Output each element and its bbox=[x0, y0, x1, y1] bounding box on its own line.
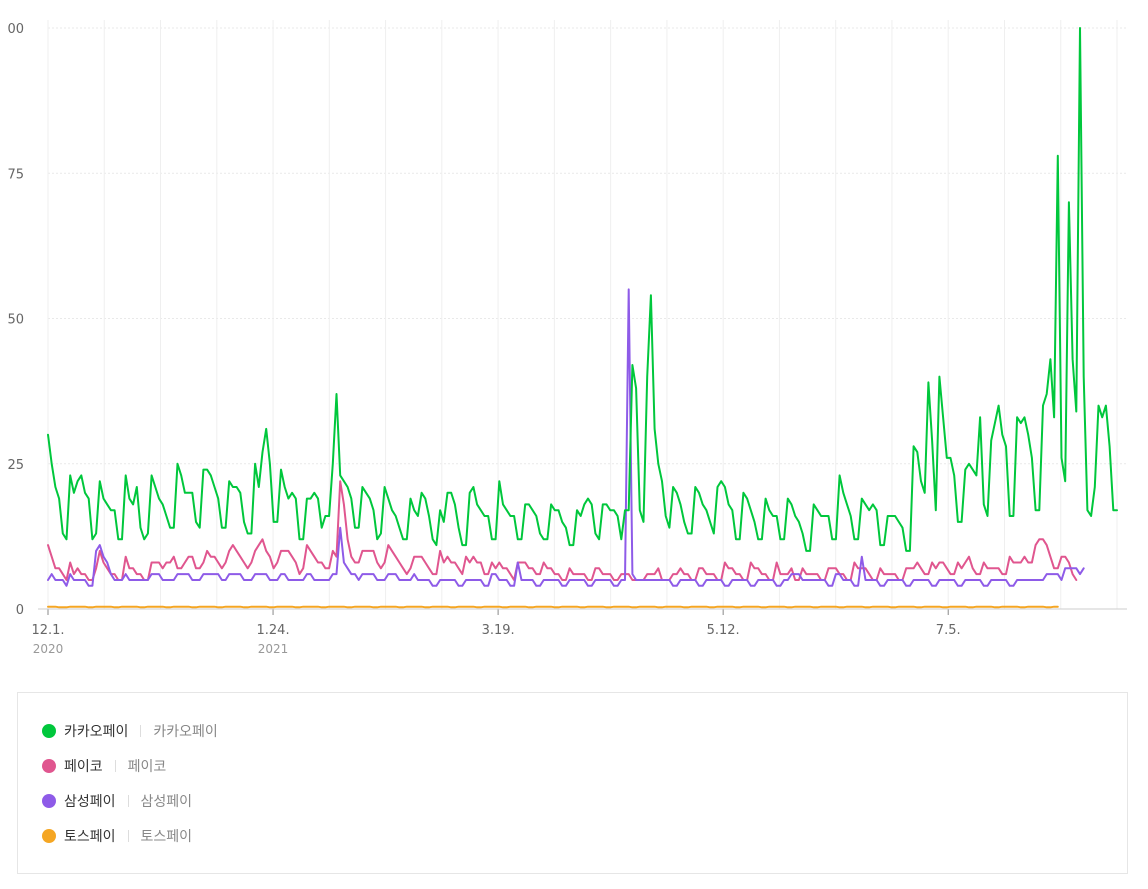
legend-item-payco[interactable]: 페이코 페이코 bbox=[42, 755, 166, 777]
legend-series-name: 페이코 bbox=[64, 759, 103, 775]
x-tick-year: 2021 bbox=[258, 642, 289, 656]
series-line-2 bbox=[47, 288, 1085, 587]
legend-keyword: 페이코 bbox=[127, 759, 167, 775]
y-tick-label: 00 bbox=[7, 22, 24, 37]
legend: 카카오페이 카카오페이 페이코 페이코 삼성페이 삼성페이 토스페이 토스페이 bbox=[17, 692, 1128, 874]
legend-separator bbox=[114, 760, 116, 772]
x-tick-label: 7.5. bbox=[936, 623, 961, 638]
legend-keyword: 삼성페이 bbox=[140, 794, 193, 810]
y-tick-label: 0 bbox=[16, 603, 24, 618]
x-tick-year: 2020 bbox=[33, 642, 64, 656]
series-line-0 bbox=[47, 27, 1118, 552]
legend-separator bbox=[127, 795, 129, 807]
y-tick-label: 75 bbox=[7, 167, 24, 182]
legend-dot bbox=[42, 829, 56, 843]
x-tick-label: 5.12. bbox=[707, 623, 740, 638]
legend-separator bbox=[127, 830, 129, 842]
series-lines bbox=[47, 27, 1118, 609]
y-tick-label: 25 bbox=[7, 458, 24, 473]
legend-separator bbox=[140, 725, 142, 737]
legend-series-name: 삼성페이 bbox=[64, 794, 116, 810]
x-tick-label: 12.1. bbox=[31, 623, 64, 638]
legend-item-samsungpay[interactable]: 삼성페이 삼성페이 bbox=[42, 790, 192, 812]
legend-series-name: 카카오페이 bbox=[64, 724, 129, 740]
legend-series-name: 토스페이 bbox=[64, 829, 116, 845]
legend-dot bbox=[42, 794, 56, 808]
trend-chart: 0 25 50 75 00 12.1. 2020 1.24. 2021 3.19. 5.12. 7.5… bbox=[7, 20, 1127, 656]
legend-dot bbox=[42, 759, 56, 773]
grid-lines bbox=[47, 20, 1127, 610]
y-tick-label: 50 bbox=[7, 313, 24, 328]
legend-item-tosspay[interactable]: 토스페이 토스페이 bbox=[42, 825, 192, 847]
legend-item-kakaopay[interactable]: 카카오페이 카카오페이 bbox=[42, 720, 218, 742]
x-tick-label: 3.19. bbox=[482, 623, 515, 638]
legend-dot bbox=[42, 724, 56, 738]
series-line-3 bbox=[47, 605, 1059, 609]
legend-keyword: 카카오페이 bbox=[153, 724, 218, 740]
legend-keyword: 토스페이 bbox=[140, 829, 193, 845]
x-tick-label: 1.24. bbox=[257, 623, 290, 638]
